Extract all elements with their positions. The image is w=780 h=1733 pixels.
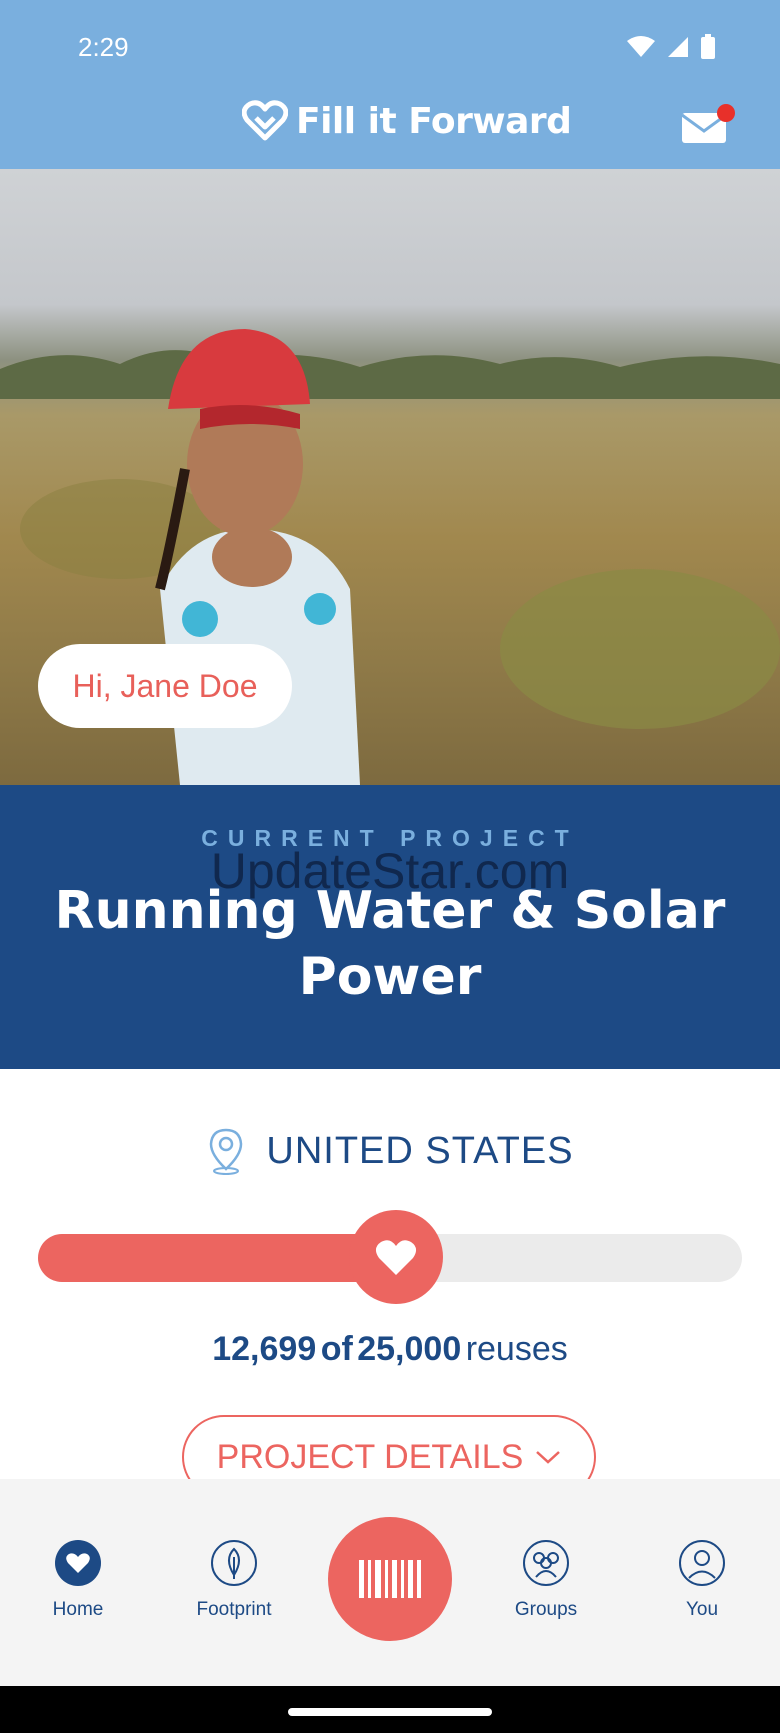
reuses-goal: 25,000 bbox=[357, 1330, 462, 1368]
brand-logo: Fill it Forward bbox=[242, 100, 572, 142]
wifi-icon bbox=[627, 36, 655, 57]
nav-home-label: Home bbox=[52, 1599, 104, 1620]
bottom-nav: Home Footprint Groups You bbox=[0, 1479, 780, 1686]
project-progress-bar bbox=[38, 1210, 742, 1304]
current-project-band: CURRENT PROJECT UpdateStar.com Running W… bbox=[0, 785, 780, 1069]
reuses-current: 12,699 bbox=[212, 1330, 317, 1368]
location-pin-icon bbox=[210, 1128, 243, 1175]
status-icons bbox=[626, 34, 716, 60]
project-title: Running Water & Solar Power bbox=[54, 881, 726, 1007]
greeting-badge: Hi, Jane Doe bbox=[38, 644, 292, 728]
progress-fill bbox=[38, 1234, 396, 1282]
project-location: UNITED STATES bbox=[0, 1127, 780, 1175]
heart-logo-icon bbox=[242, 100, 288, 141]
chevron-down-icon bbox=[536, 1451, 561, 1464]
nav-groups[interactable]: Groups bbox=[486, 1539, 606, 1621]
nav-footprint[interactable]: Footprint bbox=[174, 1539, 294, 1621]
heart-circle-icon bbox=[55, 1540, 101, 1586]
barcode-icon bbox=[359, 1560, 421, 1598]
hero-photo: Hi, Jane Doe bbox=[0, 169, 780, 785]
system-gesture-bar bbox=[0, 1686, 780, 1733]
reuses-unit: reuses bbox=[465, 1330, 568, 1368]
user-icon bbox=[679, 1540, 725, 1586]
location-text: UNITED STATES bbox=[266, 1129, 574, 1172]
signal-icon bbox=[668, 37, 688, 57]
home-gesture-handle[interactable] bbox=[288, 1708, 492, 1716]
leaf-icon bbox=[211, 1540, 257, 1586]
reuses-of: of bbox=[320, 1330, 353, 1368]
messages-button[interactable] bbox=[680, 103, 736, 151]
groups-icon bbox=[523, 1540, 569, 1586]
nav-footprint-label: Footprint bbox=[196, 1599, 272, 1620]
progress-thumb bbox=[349, 1210, 443, 1304]
notification-dot bbox=[717, 104, 735, 122]
status-time: 2:29 bbox=[78, 32, 129, 62]
scan-button[interactable] bbox=[328, 1517, 452, 1641]
brand-name: Fill it Forward bbox=[296, 100, 572, 142]
nav-groups-label: Groups bbox=[514, 1599, 578, 1620]
reuses-counter: 12,699 of 25,000 reuses bbox=[0, 1330, 780, 1369]
battery-icon bbox=[701, 34, 715, 59]
nav-you-label: You bbox=[685, 1599, 719, 1620]
mail-icon bbox=[681, 104, 735, 143]
heart-icon bbox=[375, 1240, 417, 1275]
nav-home[interactable]: Home bbox=[18, 1539, 138, 1621]
nav-you[interactable]: You bbox=[642, 1539, 762, 1621]
project-details-label: PROJECT DETAILS bbox=[216, 1437, 524, 1476]
status-bar: 2:29 bbox=[0, 0, 780, 95]
app-header: Fill it Forward bbox=[0, 95, 780, 169]
